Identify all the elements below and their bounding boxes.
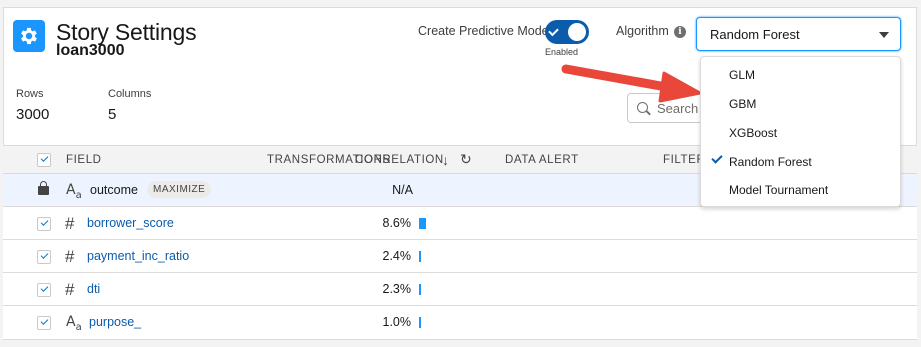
predictive-model-toggle[interactable] (545, 20, 589, 44)
rows-value: 3000 (16, 106, 50, 123)
field-link[interactable]: purpose_ (89, 315, 141, 329)
field-link[interactable]: payment_inc_ratio (87, 249, 189, 263)
maximize-badge: MAXIMIZE (147, 181, 212, 198)
columns-label: Columns (108, 88, 152, 100)
create-predictive-model-label: Create Predictive Model (418, 24, 552, 38)
info-icon[interactable]: i (674, 26, 686, 38)
menu-item-xgboost[interactable]: XGBoost (701, 119, 900, 147)
table-row[interactable]: # payment_inc_ratio 2.4% (3, 240, 917, 273)
menu-item-label: GBM (729, 97, 757, 111)
column-header-data-alert[interactable]: DATA ALERT (505, 154, 579, 166)
menu-item-label: Model Tournament (729, 183, 829, 197)
menu-item-random-forest[interactable]: Random Forest (701, 148, 900, 176)
table-row[interactable]: # dti 2.3% (3, 273, 917, 306)
dataset-name: loan3000 (56, 42, 125, 59)
gear-icon (13, 20, 45, 52)
correlation-value: N/A (392, 183, 413, 197)
algorithm-label: Algorithm (616, 24, 669, 38)
annotation-arrow (561, 64, 702, 103)
row-checkbox[interactable] (37, 283, 51, 297)
menu-item-model-tournament[interactable]: Model Tournament (701, 176, 900, 204)
checkmark-icon (711, 152, 723, 164)
menu-item-label: GLM (729, 68, 756, 82)
column-header-correlation[interactable]: CORRELATION (355, 154, 444, 166)
menu-item-glm[interactable]: GLM (701, 61, 900, 89)
number-type-icon: # (65, 247, 75, 266)
row-checkbox[interactable] (37, 250, 51, 264)
algorithm-select[interactable]: Random Forest (696, 17, 901, 51)
columns-value: 5 (108, 106, 117, 123)
algorithm-dropdown-menu: GLM GBM XGBoost Random Forest Model Tour… (700, 56, 901, 207)
menu-item-label: XGBoost (729, 126, 778, 140)
number-type-icon: # (65, 214, 75, 233)
table-row[interactable]: Aa purpose_ 1.0% (3, 306, 917, 339)
correlation-bar (419, 284, 421, 295)
column-header-field[interactable]: FIELD (66, 154, 102, 166)
text-type-icon: Aa (66, 182, 82, 201)
correlation-bar (419, 317, 421, 328)
table-row[interactable]: # borrower_score 8.6% (3, 207, 917, 240)
select-all-checkbox[interactable] (37, 153, 51, 167)
row-checkbox[interactable] (37, 316, 51, 330)
text-type-icon: Aa (66, 314, 82, 333)
lock-icon (38, 181, 49, 195)
field-name: outcome (90, 183, 138, 197)
sort-down-icon[interactable]: ↓ (442, 152, 449, 168)
refresh-icon[interactable]: ↻ (460, 151, 472, 168)
correlation-bar (419, 251, 421, 262)
correlation-value: 2.4% (382, 249, 412, 263)
field-link[interactable]: dti (87, 282, 100, 296)
toggle-knob (568, 23, 586, 41)
chevron-down-icon (879, 32, 889, 38)
row-checkbox[interactable] (37, 217, 51, 231)
menu-item-label: Random Forest (729, 155, 812, 169)
algorithm-selected-value: Random Forest (710, 27, 800, 42)
rows-label: Rows (16, 88, 44, 100)
correlation-bar (419, 218, 426, 229)
menu-item-gbm[interactable]: GBM (701, 90, 900, 118)
correlation-value: 8.6% (382, 216, 412, 230)
correlation-value: 1.0% (382, 315, 412, 329)
correlation-value: 2.3% (382, 282, 412, 296)
number-type-icon: # (65, 280, 75, 299)
field-link[interactable]: borrower_score (87, 216, 174, 230)
